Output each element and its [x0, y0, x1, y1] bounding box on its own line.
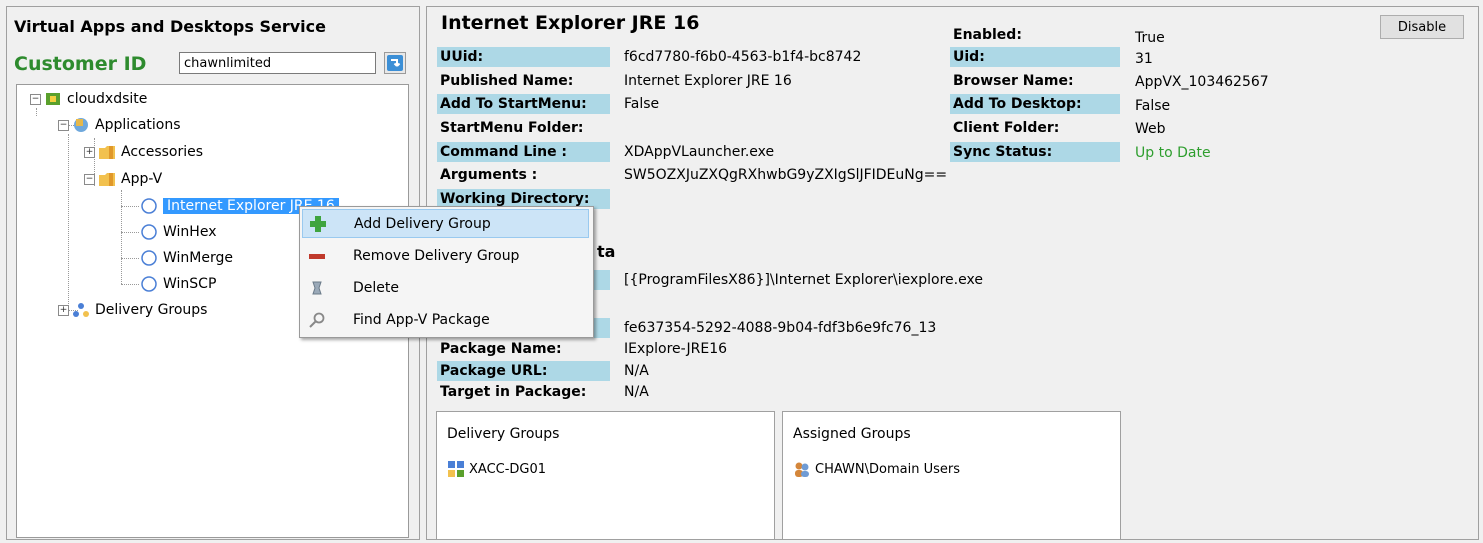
field-value-package-id: fe637354-5292-4088-9b04-fdf3b6e9fc76_13	[624, 320, 937, 336]
search-icon	[309, 312, 325, 328]
minus-icon	[309, 253, 325, 259]
refresh-button[interactable]	[384, 52, 406, 74]
field-label-arguments: Arguments :	[440, 167, 538, 183]
tree-node-appv[interactable]: − App-V	[84, 168, 162, 190]
customer-id-input[interactable]	[179, 52, 376, 74]
tree-label-delivery-groups: Delivery Groups	[95, 302, 208, 318]
site-icon	[46, 93, 60, 105]
refresh-icon	[387, 55, 403, 71]
field-label-package-url: Package URL:	[437, 361, 610, 381]
collapse-toggle[interactable]: −	[84, 173, 95, 185]
field-label-browser-name: Browser Name:	[953, 73, 1074, 89]
field-value-uid: 31	[1135, 51, 1153, 67]
customer-id-label: Customer ID	[14, 53, 147, 75]
tree-label-app: WinHex	[163, 224, 217, 240]
field-label-uid: Uid:	[950, 47, 1120, 67]
field-value-command-line: XDAppVLauncher.exe	[624, 144, 775, 160]
field-value-enabled: True	[1135, 30, 1165, 46]
field-value-package-url: N/A	[624, 363, 649, 379]
menu-item-remove-delivery-group[interactable]: Remove Delivery Group	[302, 241, 589, 270]
tree-label-applications: Applications	[95, 117, 181, 133]
delivery-groups-box-title: Delivery Groups	[447, 426, 560, 442]
field-value-client-folder: Web	[1135, 121, 1166, 137]
field-value-add-to-desktop: False	[1135, 98, 1171, 114]
collapse-toggle[interactable]: −	[58, 119, 69, 131]
field-value-browser-name: AppVX_103462567	[1135, 74, 1269, 90]
field-label-enabled: Enabled:	[953, 27, 1022, 43]
field-label-add-to-startmenu: Add To StartMenu:	[437, 94, 610, 114]
delivery-group-item[interactable]: XACC-DG01	[447, 460, 546, 478]
delete-icon	[312, 281, 322, 294]
expand-toggle[interactable]: +	[58, 304, 69, 316]
app-title: Internet Explorer JRE 16	[441, 12, 700, 34]
menu-item-label: Find App-V Package	[353, 311, 490, 328]
app-icon	[141, 276, 157, 292]
field-value-sync-status: Up to Date	[1135, 145, 1211, 161]
tree-label-site: cloudxdsite	[67, 91, 148, 107]
tree-node-accessories[interactable]: + Accessories	[84, 141, 203, 163]
tree-label-app: WinMerge	[163, 250, 233, 266]
app-icon	[141, 224, 157, 240]
delivery-groups-icon	[73, 303, 89, 317]
assigned-groups-box-title: Assigned Groups	[793, 426, 911, 442]
menu-item-label: Add Delivery Group	[354, 215, 491, 232]
delivery-group-label: XACC-DG01	[469, 461, 547, 477]
applications-icon	[74, 118, 88, 132]
expand-toggle[interactable]: +	[84, 146, 95, 158]
disable-button[interactable]: Disable	[1380, 15, 1464, 39]
app-icon	[141, 250, 157, 266]
tree-node-app[interactable]: WinMerge	[140, 247, 233, 269]
tree-label-accessories: Accessories	[121, 144, 204, 160]
tree-node-app[interactable]: WinSCP	[140, 273, 216, 295]
menu-item-delete[interactable]: Delete	[302, 273, 589, 302]
field-label-uuid: UUid:	[437, 47, 610, 67]
field-label-target-in-package: Target in Package:	[440, 384, 587, 400]
menu-item-add-delivery-group[interactable]: Add Delivery Group	[302, 209, 589, 238]
assigned-groups-box: Assigned Groups CHAWN\Domain Users	[782, 411, 1121, 540]
delivery-groups-box: Delivery Groups XACC-DG01	[436, 411, 775, 540]
menu-item-label: Delete	[353, 279, 399, 296]
assigned-group-item[interactable]: CHAWN\Domain Users	[793, 460, 960, 478]
tree-node-app[interactable]: WinHex	[140, 221, 216, 243]
menu-item-find-appv-package[interactable]: Find App-V Package	[302, 305, 589, 334]
tree-node-applications[interactable]: − Applications	[58, 114, 181, 136]
field-label-published-name: Published Name:	[440, 73, 574, 89]
tree-label-appv: App-V	[121, 171, 163, 187]
field-value-path: [{ProgramFilesX86}]\Internet Explorer\ie…	[624, 272, 983, 288]
field-label-sync-status: Sync Status:	[950, 142, 1120, 162]
field-value-target-in-package: N/A	[624, 384, 649, 400]
field-label-client-folder: Client Folder:	[953, 120, 1060, 136]
tree-label-app: WinSCP	[163, 276, 217, 292]
field-value-add-to-startmenu: False	[624, 96, 660, 112]
field-label-package-name: Package Name:	[440, 341, 562, 357]
field-value-arguments: SW5OZXJuZXQgRXhwbG9yZXIgSlJFIDEuNg==	[624, 167, 948, 183]
folder-icon	[99, 146, 115, 159]
field-label-command-line: Command Line :	[437, 142, 610, 162]
tree-node-site[interactable]: − cloudxdsite	[30, 88, 147, 110]
delivery-group-icon	[448, 461, 464, 477]
field-value-package-name: IExplore-JRE16	[624, 341, 728, 357]
assigned-group-label: CHAWN\Domain Users	[815, 461, 960, 477]
context-menu: Add Delivery Group Remove Delivery Group…	[299, 206, 594, 338]
app-icon	[141, 198, 157, 214]
field-value-published-name: Internet Explorer JRE 16	[624, 73, 792, 89]
user-group-icon	[795, 462, 809, 477]
plus-icon	[310, 215, 326, 232]
menu-item-label: Remove Delivery Group	[353, 247, 520, 264]
tree-node-delivery-groups[interactable]: + Delivery Groups	[58, 299, 207, 321]
field-label-startmenu-folder: StartMenu Folder:	[440, 120, 584, 136]
folder-icon	[99, 173, 115, 186]
field-label-add-to-desktop: Add To Desktop:	[950, 94, 1120, 114]
field-value-uuid: f6cd7780-f6b0-4563-b1f4-bc8742	[624, 49, 862, 65]
service-title: Virtual Apps and Desktops Service	[14, 17, 326, 36]
collapse-toggle[interactable]: −	[30, 93, 41, 105]
